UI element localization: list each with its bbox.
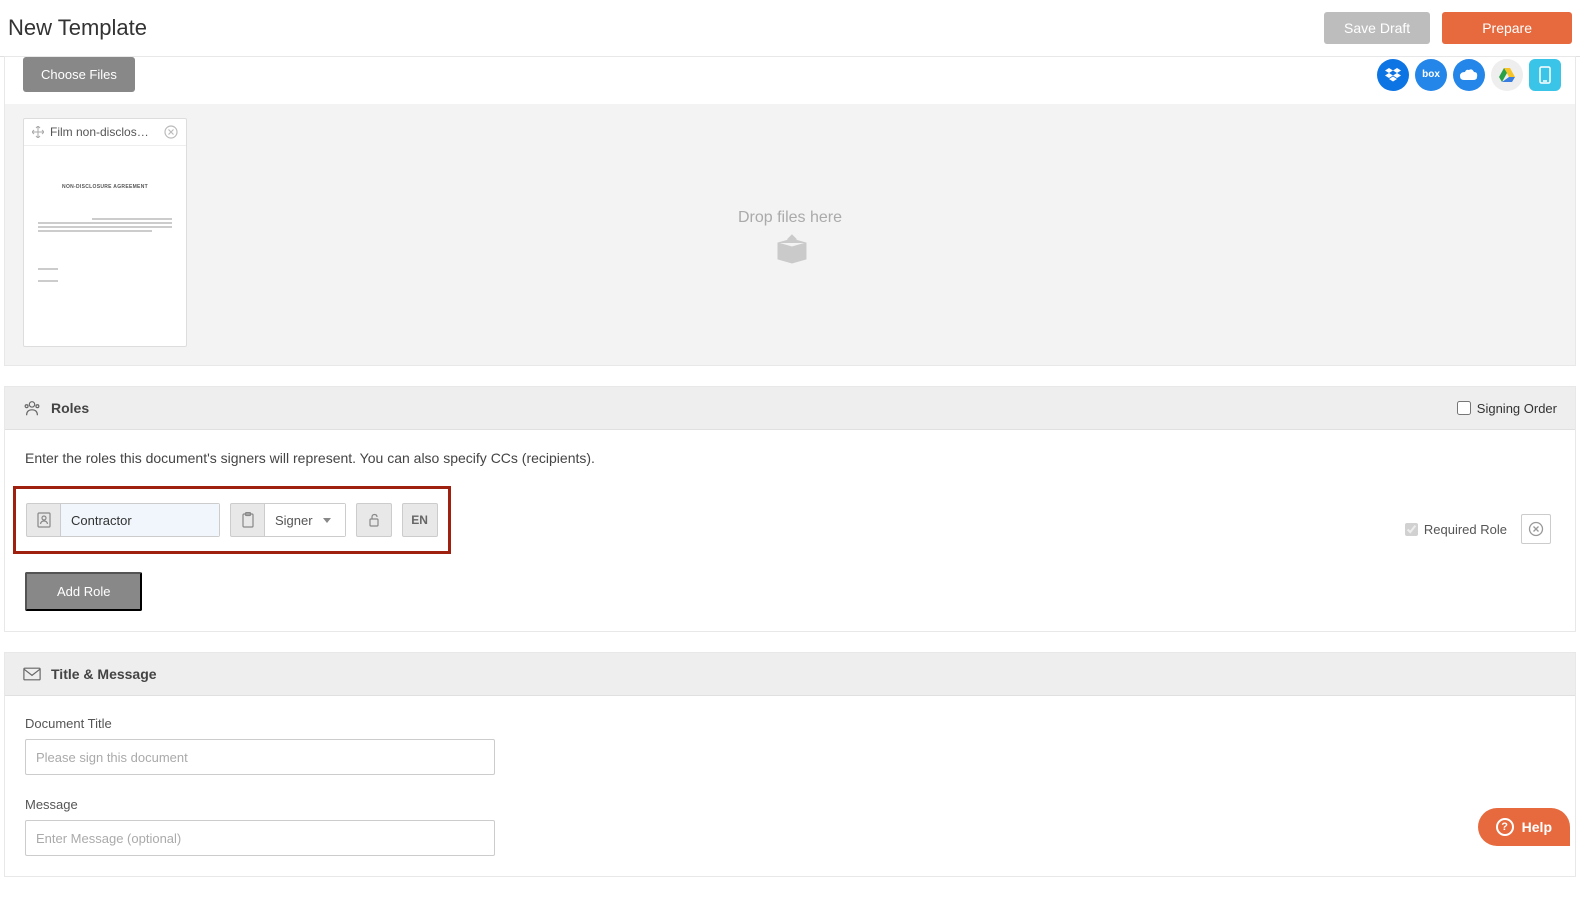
save-draft-button[interactable]: Save Draft bbox=[1324, 12, 1430, 44]
onedrive-icon[interactable] bbox=[1453, 59, 1485, 91]
role-type-select[interactable]: Signer bbox=[265, 504, 345, 536]
message-label: Message bbox=[25, 797, 1555, 812]
role-name-input[interactable] bbox=[61, 504, 219, 536]
box-icon[interactable]: box bbox=[1415, 59, 1447, 91]
role-lock-button[interactable] bbox=[356, 503, 392, 537]
roles-section: Roles Signing Order Enter the roles this… bbox=[4, 386, 1576, 632]
page-header: New Template Save Draft Prepare bbox=[0, 0, 1580, 57]
choose-files-button[interactable]: Choose Files bbox=[23, 57, 135, 92]
add-role-button[interactable]: Add Role bbox=[25, 572, 142, 611]
title-message-title: Title & Message bbox=[51, 666, 157, 682]
help-widget[interactable]: ? Help bbox=[1478, 808, 1570, 846]
role-language-button[interactable]: EN bbox=[402, 503, 438, 537]
gdrive-icon[interactable] bbox=[1491, 59, 1523, 91]
doc-title-label: Document Title bbox=[25, 716, 1555, 731]
device-icon[interactable] bbox=[1529, 59, 1561, 91]
roles-icon bbox=[23, 399, 41, 417]
roles-intro: Enter the roles this document's signers … bbox=[25, 450, 1555, 466]
help-icon: ? bbox=[1496, 818, 1514, 836]
doc-title-input[interactable] bbox=[25, 739, 495, 775]
required-role-toggle[interactable]: Required Role bbox=[1405, 522, 1507, 537]
role-person-icon bbox=[27, 504, 61, 536]
message-input[interactable] bbox=[25, 820, 495, 856]
move-icon[interactable] bbox=[32, 126, 44, 138]
roles-title: Roles bbox=[51, 400, 89, 416]
signing-order-checkbox[interactable] bbox=[1457, 401, 1471, 415]
remove-role-button[interactable] bbox=[1521, 514, 1551, 544]
signing-order-toggle[interactable]: Signing Order bbox=[1457, 401, 1557, 416]
remove-file-icon[interactable] bbox=[164, 125, 178, 139]
file-name: Film non-disclos… bbox=[50, 125, 164, 139]
header-actions: Save Draft Prepare bbox=[1324, 12, 1572, 44]
role-row-highlight: Signer EN bbox=[13, 486, 451, 554]
chevron-down-icon bbox=[323, 518, 331, 523]
clipboard-icon bbox=[231, 504, 265, 536]
envelope-icon bbox=[23, 665, 41, 683]
drop-zone[interactable]: Film non-disclos… NON-DISCLOSURE AGREEME… bbox=[5, 104, 1575, 365]
role-row: Signer EN bbox=[26, 503, 438, 537]
prepare-button[interactable]: Prepare bbox=[1442, 12, 1572, 44]
upload-section: Choose Files box Film non-disclos… bbox=[4, 56, 1576, 366]
title-message-section: Title & Message Document Title Message bbox=[4, 652, 1576, 877]
file-preview: NON-DISCLOSURE AGREEMENT bbox=[24, 146, 186, 346]
dropbox-placeholder-icon bbox=[774, 233, 806, 261]
drop-placeholder: Drop files here bbox=[738, 209, 842, 261]
file-card: Film non-disclos… NON-DISCLOSURE AGREEME… bbox=[23, 118, 187, 347]
dropbox-icon[interactable] bbox=[1377, 59, 1409, 91]
page-title: New Template bbox=[8, 15, 147, 41]
cloud-providers: box bbox=[1377, 59, 1561, 91]
required-role-checkbox[interactable] bbox=[1405, 523, 1418, 536]
